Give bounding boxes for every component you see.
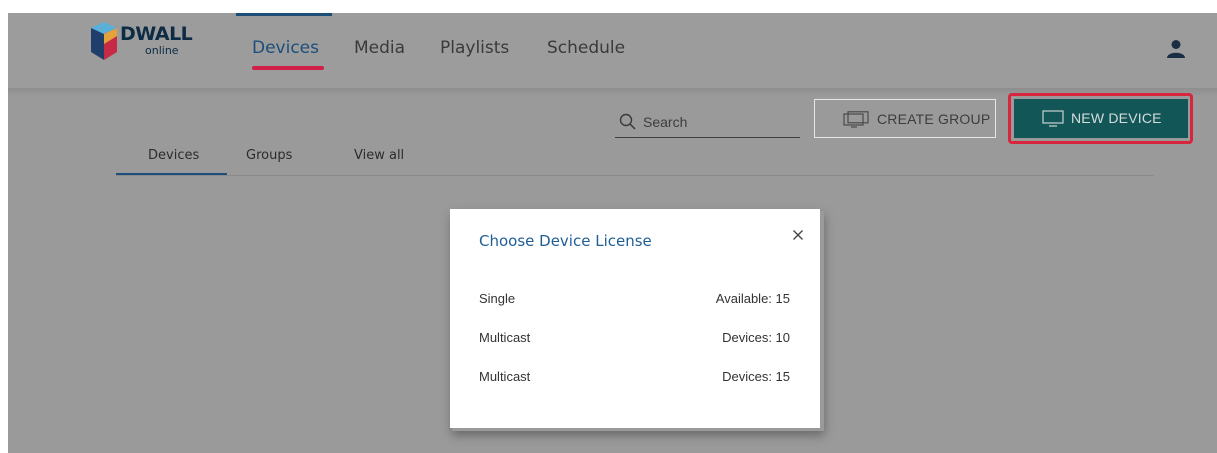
license-option-multicast-15[interactable]: Multicast Devices: 15: [450, 361, 820, 391]
create-group-label: CREATE GROUP: [877, 111, 991, 127]
create-group-button[interactable]: CREATE GROUP: [814, 99, 996, 138]
subtab-devices[interactable]: Devices: [148, 148, 199, 163]
app-frame: DWALL online Devices Media Playlists Sch…: [8, 13, 1217, 453]
brand-logo[interactable]: DWALL online: [91, 22, 201, 62]
top-navbar: DWALL online Devices Media Playlists Sch…: [8, 13, 1217, 88]
new-device-button[interactable]: NEW DEVICE: [1014, 99, 1188, 138]
license-info: Available: 15: [715, 291, 790, 306]
nav-active-indicator: [236, 13, 332, 16]
close-icon[interactable]: [789, 226, 807, 244]
new-device-label: NEW DEVICE: [1071, 110, 1162, 126]
nav-item-devices[interactable]: Devices: [252, 38, 319, 58]
license-option-single[interactable]: Single Available: 15: [450, 283, 820, 313]
nav-highlight-underline: [252, 66, 324, 70]
logo-mark-icon: [91, 22, 117, 60]
nav-item-schedule[interactable]: Schedule: [547, 38, 625, 58]
license-info: Devices: 10: [722, 330, 790, 345]
subtab-view-all[interactable]: View all: [354, 148, 404, 163]
search-icon: [619, 113, 636, 130]
license-type: Single: [479, 291, 516, 306]
choose-license-dialog: Choose Device License Single Available: …: [450, 209, 820, 428]
monitor-icon: [1042, 110, 1064, 127]
brand-name: DWALL: [120, 23, 193, 45]
license-option-multicast-10[interactable]: Multicast Devices: 10: [450, 322, 820, 352]
search-input[interactable]: [643, 112, 793, 132]
license-type: Multicast: [479, 330, 531, 345]
subtab-divider: [116, 175, 1154, 176]
dialog-title: Choose Device License: [479, 232, 652, 250]
nav-item-playlists[interactable]: Playlists: [440, 38, 509, 58]
subtab-groups[interactable]: Groups: [246, 148, 292, 163]
license-type: Multicast: [479, 369, 531, 384]
license-info: Devices: 15: [722, 369, 790, 384]
search-box[interactable]: [615, 108, 800, 138]
user-icon[interactable]: [1166, 39, 1186, 59]
monitor-group-icon: [843, 111, 869, 128]
nav-item-media[interactable]: Media: [354, 38, 405, 58]
brand-subtitle: online: [145, 44, 179, 57]
subtab-active-indicator: [116, 173, 227, 175]
